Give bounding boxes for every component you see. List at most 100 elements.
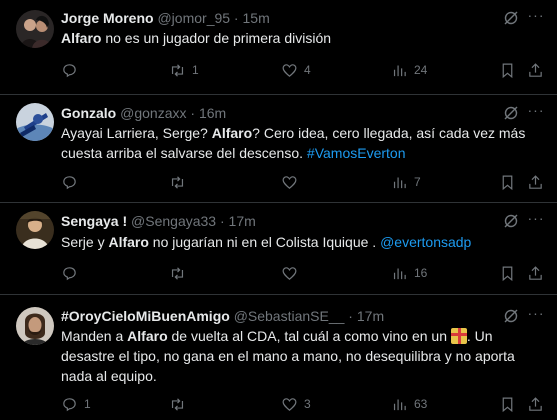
avatar[interactable] — [16, 103, 54, 141]
like-button[interactable] — [281, 262, 304, 284]
share-icon — [529, 174, 542, 189]
bookmark-button[interactable] — [499, 262, 516, 284]
views-icon — [393, 65, 406, 76]
author-handle[interactable]: @gonzaxx — [120, 105, 186, 121]
tweet-header: Sengaya ! @Sengaya33 · 17m — [61, 212, 256, 230]
like-button[interactable]: 4 — [281, 59, 311, 81]
grok-icon[interactable] — [503, 213, 519, 229]
avatar[interactable] — [16, 10, 54, 48]
tweet-actions: 16 — [55, 262, 545, 284]
separator: · — [344, 308, 357, 324]
tweet-text-segment: Alfaro — [108, 234, 149, 250]
author-handle[interactable]: @Sengaya33 — [131, 213, 216, 229]
retweet-icon — [171, 63, 184, 77]
like-button[interactable] — [281, 171, 304, 193]
retweet-count: 1 — [192, 63, 199, 77]
retweet-icon — [171, 266, 184, 280]
tweet-text-segment: Alfaro — [211, 125, 253, 141]
tweet-actions: 7 — [55, 171, 545, 193]
author-name[interactable]: #OroyCieloMiBuenAmigo — [61, 308, 230, 324]
more-icon[interactable]: ··· — [527, 211, 545, 229]
more-icon[interactable]: ··· — [527, 8, 545, 26]
bookmark-button[interactable] — [499, 59, 516, 81]
tweet-text-segment: Serje y — [61, 234, 109, 250]
tweet-text: Ayayai Larriera, Serge? Alfaro? Cero ide… — [61, 123, 531, 163]
reply-button[interactable] — [61, 171, 84, 193]
tweet-header: Gonzalo @gonzaxx · 16m — [61, 104, 226, 122]
reply-icon — [63, 63, 76, 77]
bookmark-icon — [502, 63, 513, 78]
timestamp[interactable]: 17m — [229, 213, 256, 229]
share-button[interactable] — [527, 262, 544, 284]
views-button[interactable]: 16 — [391, 262, 427, 284]
tweet-text-segment: Alfaro — [61, 30, 102, 46]
reply-icon — [63, 175, 76, 189]
author-name[interactable]: Jorge Moreno — [61, 10, 154, 26]
grok-icon[interactable] — [503, 308, 519, 324]
heart-icon — [282, 266, 297, 280]
grok-icon[interactable] — [503, 105, 519, 121]
retweet-icon — [171, 397, 184, 411]
author-handle[interactable]: @SebastianSE__ — [234, 308, 345, 324]
tweet[interactable]: Gonzalo @gonzaxx · 16m ··· Ayayai Larrie… — [0, 95, 557, 203]
tweet-text-segment: de vuelta al CDA, tal cuál a como vino e… — [167, 328, 451, 344]
views-count: 16 — [414, 266, 428, 280]
avatar[interactable] — [16, 211, 54, 249]
views-button[interactable]: 7 — [391, 171, 421, 193]
views-icon — [393, 268, 406, 279]
retweet-button[interactable] — [169, 171, 192, 193]
views-count: 63 — [414, 397, 428, 411]
tweet[interactable]: #OroyCieloMiBuenAmigo @SebastianSE__ · 1… — [0, 295, 557, 420]
tweet-text-segment: Manden a — [61, 328, 128, 344]
views-button[interactable]: 24 — [391, 59, 427, 81]
share-icon — [529, 62, 542, 77]
share-button[interactable] — [527, 393, 544, 415]
tweet[interactable]: Sengaya ! @Sengaya33 · 17m ··· Serje y A… — [0, 203, 557, 295]
tweet-header: #OroyCieloMiBuenAmigo @SebastianSE__ · 1… — [61, 307, 384, 325]
retweet-button[interactable] — [169, 262, 192, 284]
share-icon — [529, 396, 542, 411]
retweet-button[interactable] — [169, 393, 192, 415]
tweet-link[interactable]: @evertonsadp — [380, 234, 471, 250]
bookmark-icon — [502, 175, 513, 190]
reply-icon — [63, 266, 76, 280]
reply-count: 1 — [84, 397, 91, 411]
bookmark-button[interactable] — [499, 393, 516, 415]
reply-button[interactable] — [61, 262, 84, 284]
timestamp[interactable]: 16m — [199, 105, 226, 121]
reply-button[interactable] — [61, 59, 84, 81]
share-button[interactable] — [527, 171, 544, 193]
tweet-actions: 1 3 63 — [55, 393, 545, 415]
author-handle[interactable]: @jomor_95 — [157, 10, 230, 26]
tweet-text-segment: Ayayai Larriera, Serge? — [61, 125, 212, 141]
tweet-actions: 1 4 24 — [55, 59, 545, 81]
avatar[interactable] — [16, 307, 54, 345]
grok-icon[interactable] — [503, 10, 519, 26]
more-icon[interactable]: ··· — [527, 306, 545, 324]
tweet-header: Jorge Moreno @jomor_95 · 15m — [61, 9, 270, 27]
more-icon[interactable]: ··· — [527, 103, 545, 121]
like-button[interactable]: 3 — [281, 393, 311, 415]
views-count: 24 — [414, 63, 428, 77]
like-count: 3 — [304, 397, 311, 411]
retweet-icon — [171, 175, 184, 189]
timestamp[interactable]: 17m — [357, 308, 384, 324]
reply-button[interactable]: 1 — [61, 393, 91, 415]
separator: · — [230, 10, 243, 26]
views-icon — [393, 399, 406, 410]
heart-icon — [282, 397, 297, 411]
views-icon — [393, 177, 406, 188]
separator: · — [216, 213, 229, 229]
bookmark-button[interactable] — [499, 171, 516, 193]
gift-emoji — [450, 328, 467, 344]
tweet[interactable]: Jorge Moreno @jomor_95 · 15m ··· Alfaro … — [0, 0, 557, 95]
tweet-text-segment: no es un jugador de primera división — [101, 30, 332, 46]
retweet-button[interactable]: 1 — [169, 59, 199, 81]
author-name[interactable]: Sengaya ! — [61, 213, 127, 229]
author-name[interactable]: Gonzalo — [61, 105, 116, 121]
share-button[interactable] — [527, 59, 544, 81]
views-button[interactable]: 63 — [391, 393, 427, 415]
tweet-text-segment: no jugarían ni en el Colista Iquique . — [148, 234, 381, 250]
timestamp[interactable]: 15m — [243, 10, 270, 26]
tweet-link[interactable]: #VamosEverton — [307, 145, 406, 161]
